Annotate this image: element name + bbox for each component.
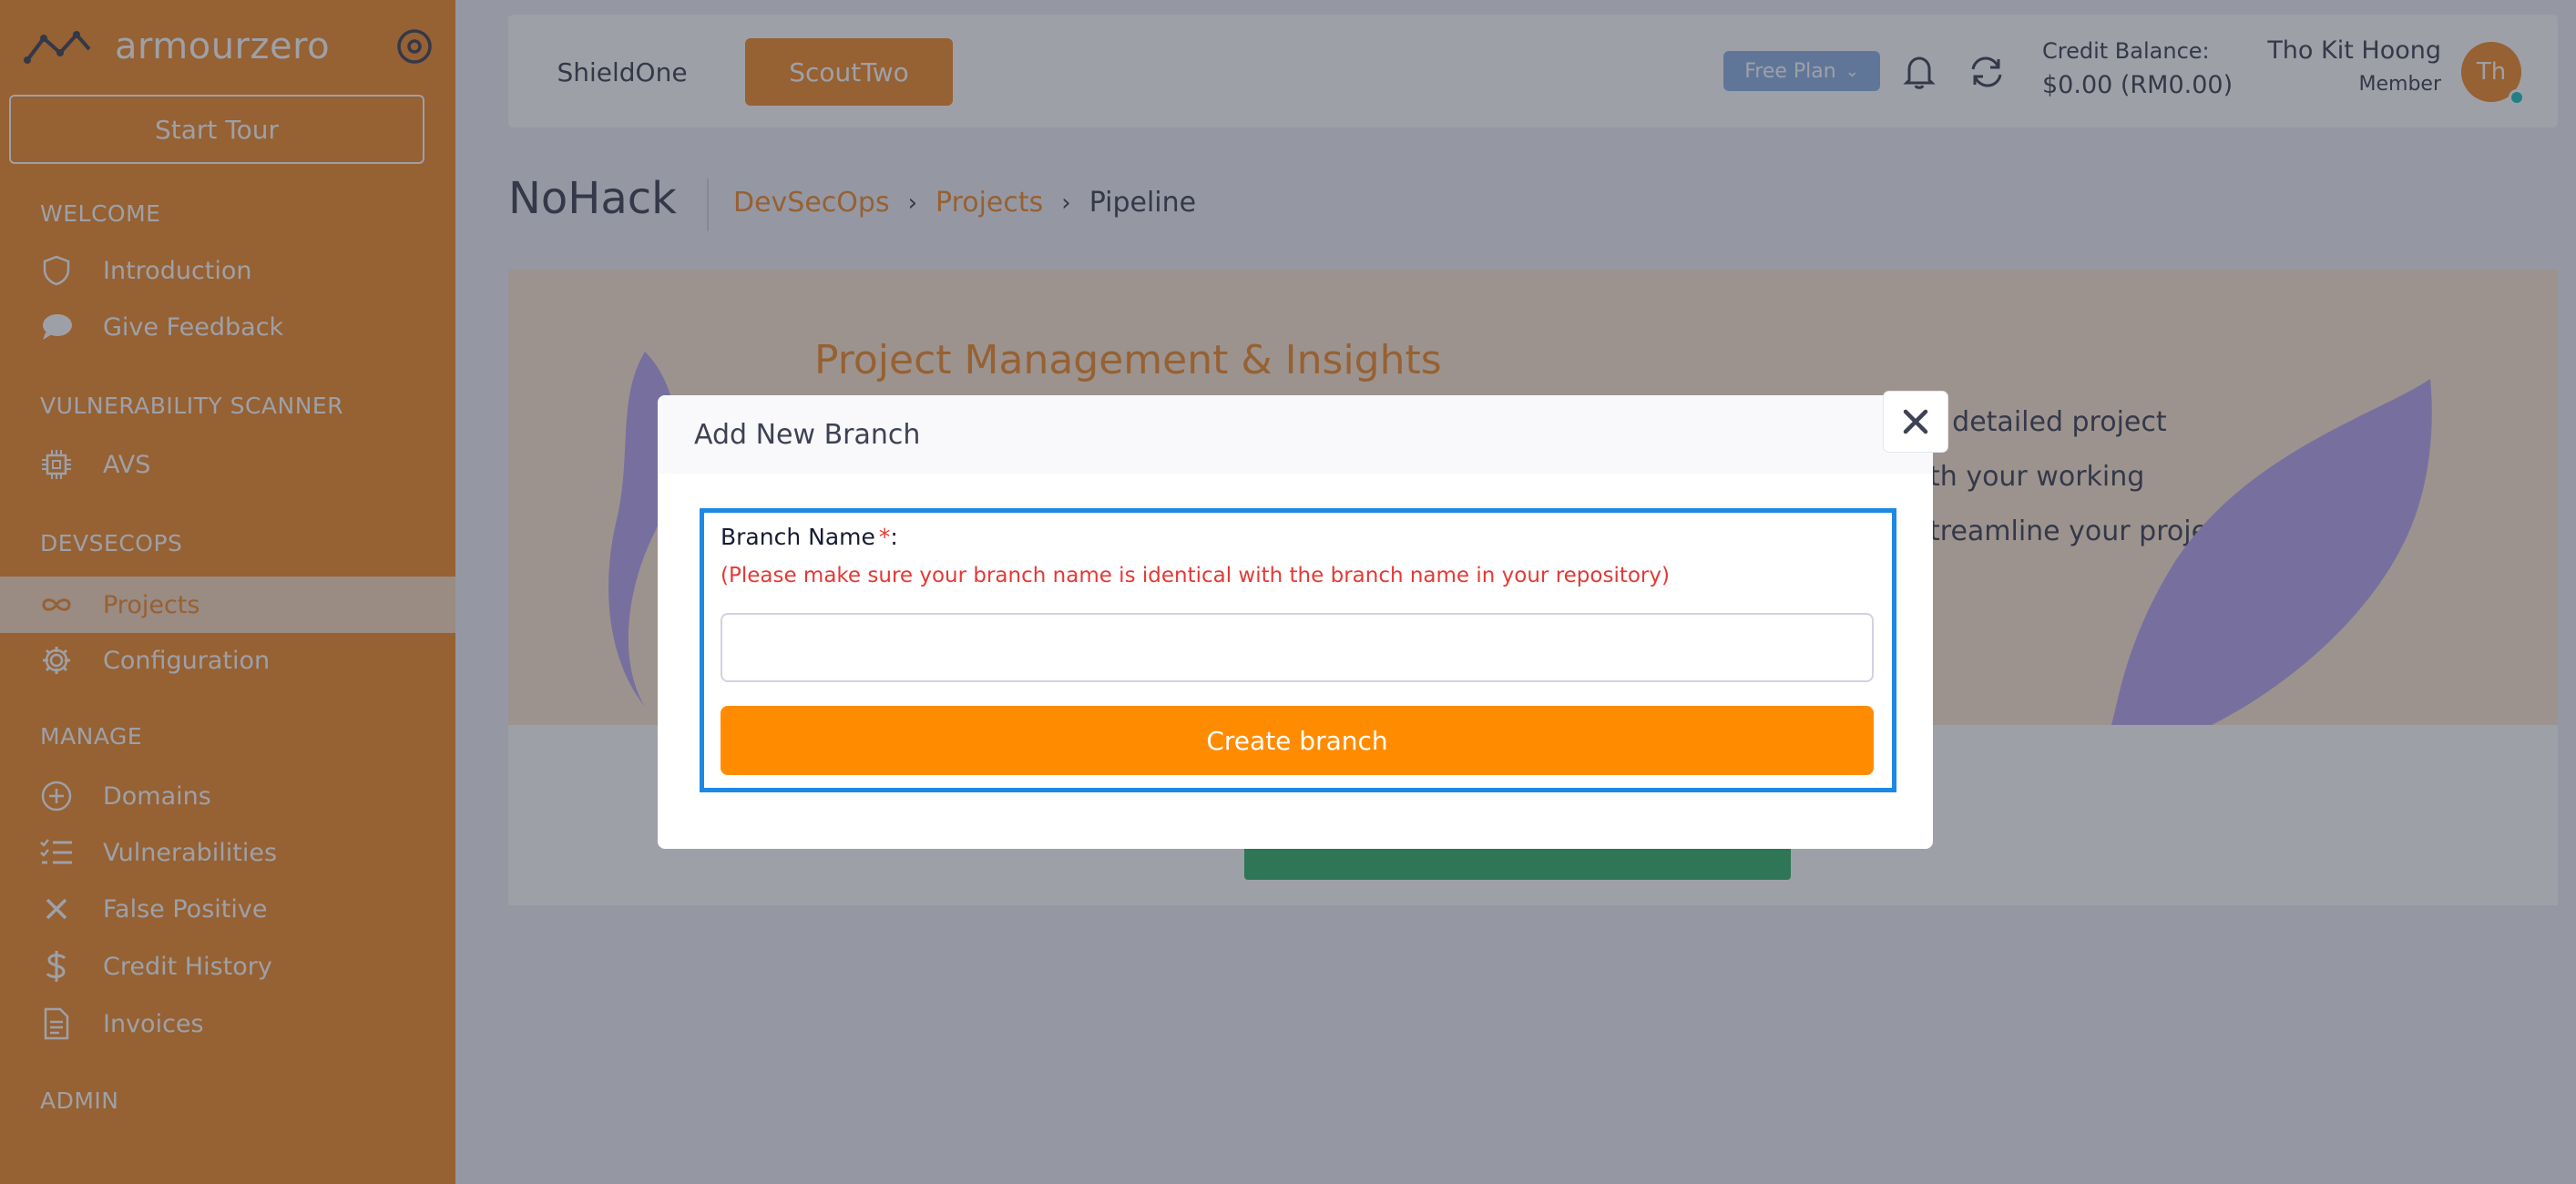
modal-header: Add New Branch [658,395,1933,474]
branch-name-label-text: Branch Name [721,524,875,550]
add-branch-modal: Add New Branch Branch Name *: (Please mak… [658,392,1947,849]
create-branch-button[interactable]: Create branch [721,706,1874,775]
close-button[interactable] [1884,392,1947,452]
close-icon [1903,409,1928,434]
branch-form: Branch Name *: (Please make sure your bra… [700,508,1896,792]
label-colon: : [890,524,898,550]
branch-name-input[interactable] [721,613,1874,682]
branch-name-hint: (Please make sure your branch name is id… [721,564,1670,587]
modal-title: Add New Branch [694,419,921,451]
required-asterisk: * [878,524,891,550]
branch-name-label: Branch Name *: [721,524,898,550]
